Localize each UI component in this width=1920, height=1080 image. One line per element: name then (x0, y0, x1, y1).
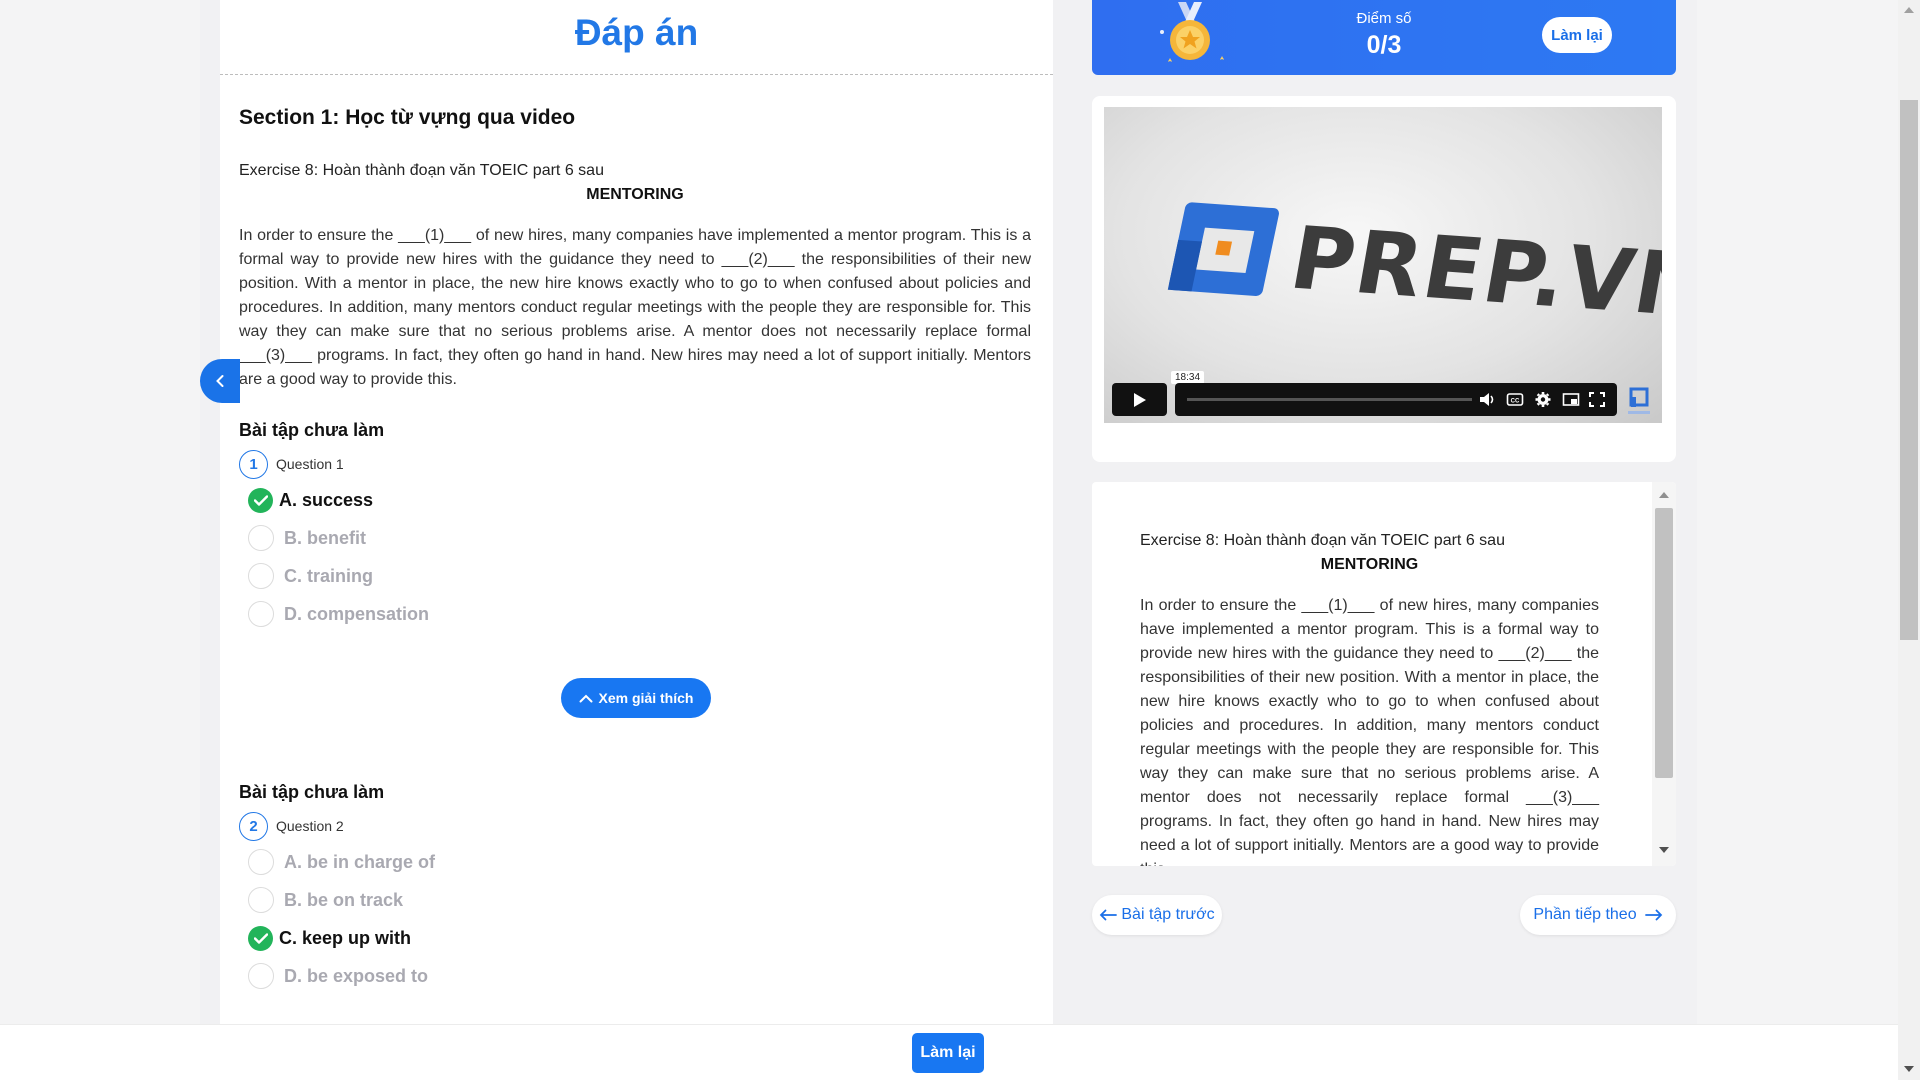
page-title: Đáp án (574, 12, 699, 53)
arrow-right-icon (1644, 909, 1662, 921)
scroll-up-icon[interactable] (1904, 6, 1914, 13)
option-d[interactable]: D. compensation (239, 595, 1031, 633)
scroll-up-icon[interactable] (1659, 491, 1669, 498)
arrow-left-icon (1100, 909, 1118, 921)
option-d[interactable]: D. be exposed to (239, 957, 1031, 995)
option-b[interactable]: B. benefit (239, 519, 1031, 557)
option-label: B. be on track (284, 889, 404, 910)
option-label: D. compensation (284, 603, 430, 624)
svg-text:CC: CC (1511, 399, 1520, 405)
page-scroll-thumb[interactable] (1900, 100, 1918, 640)
question-number-row: 2 Question 2 (239, 811, 1031, 841)
play-button[interactable] (1112, 383, 1167, 416)
option-label: B. benefit (284, 527, 367, 548)
radio-icon (248, 563, 274, 589)
chevron-up-icon (579, 694, 593, 702)
retry-button-top[interactable]: Làm lại (1542, 17, 1612, 53)
section-title: Section 1: Học từ vựng qua video (239, 106, 576, 129)
video-brand-text: PREP.VN (1283, 208, 1662, 338)
volume-icon[interactable] (1478, 391, 1496, 408)
option-label: A. success (279, 489, 374, 510)
radio-icon (248, 887, 274, 913)
question-number-badge: 1 (239, 449, 268, 479)
next-section-label: Phần tiếp theo (1533, 906, 1637, 923)
option-b[interactable]: B. be on track (239, 881, 1031, 919)
exercise-subtitle: MENTORING (1320, 556, 1419, 573)
next-section-button[interactable]: Phần tiếp theo (1520, 895, 1676, 935)
exercise-passage: In order to ensure the ___(1)___ of new … (1140, 597, 1599, 866)
answer-panel: Đáp án Section 1: Học từ vựng qua video … (220, 0, 1053, 1024)
exercise-title: Exercise 8: Hoàn thành đoạn văn TOEIC pa… (239, 162, 604, 179)
question-status-heading: Bài tập chưa làm (239, 420, 385, 440)
video-controls: CC (1175, 383, 1617, 416)
option-label: C. training (284, 565, 373, 586)
question-number-row: 1 Question 1 (239, 449, 1031, 479)
question-status-heading: Bài tập chưa làm (239, 782, 385, 802)
collapse-panel-button[interactable] (200, 359, 240, 403)
option-label: A. be in charge of (284, 851, 436, 872)
previous-exercise-button[interactable]: Bài tập trước (1092, 895, 1222, 935)
retry-button-bottom[interactable]: Làm lại (912, 1033, 984, 1073)
radio-icon (248, 601, 274, 627)
settings-icon[interactable] (1534, 391, 1552, 408)
page-scrollbar[interactable] (1898, 0, 1920, 1080)
option-label: C. keep up with (279, 927, 412, 948)
score-card: Điểm số 0/3 Làm lại (1092, 0, 1676, 75)
cc-icon[interactable]: CC (1506, 391, 1524, 408)
check-icon (248, 487, 273, 513)
exercise-subtitle: MENTORING (586, 186, 684, 203)
question-label: Question 2 (276, 818, 344, 834)
option-label: D. be exposed to (284, 965, 429, 986)
scroll-down-icon[interactable] (1659, 847, 1669, 854)
exercise-passage: In order to ensure the ___(1)___ of new … (239, 227, 1031, 388)
radio-icon (248, 849, 274, 875)
miniplayer-icon[interactable] (1562, 391, 1580, 408)
video-progress-bar[interactable] (1187, 398, 1472, 401)
passage-scroll-thumb[interactable] (1655, 508, 1673, 778)
radio-icon (248, 963, 274, 989)
scroll-down-icon[interactable] (1904, 1066, 1914, 1073)
option-a[interactable]: A. success (239, 481, 1031, 519)
question-number-badge: 2 (239, 811, 268, 841)
title-divider (220, 74, 1053, 75)
prep-badge-icon (1628, 387, 1650, 414)
previous-exercise-label: Bài tập trước (1121, 906, 1215, 923)
view-explanation-label: Xem giải thích (598, 690, 694, 706)
passage-panel: Exercise 8: Hoàn thành đoạn văn TOEIC pa… (1092, 482, 1676, 866)
question-block-2: Bài tập chưa làm 2 Question 2 A. be in c… (239, 782, 1031, 995)
option-a[interactable]: A. be in charge of (239, 843, 1031, 881)
option-c[interactable]: C. keep up with (239, 919, 1031, 957)
exercise-title: Exercise 8: Hoàn thành đoạn văn TOEIC pa… (1140, 532, 1505, 549)
video-card: PREP.VN 18:34 CC (1092, 96, 1676, 462)
passage-scrollbar[interactable] (1652, 482, 1676, 866)
chevron-left-icon (216, 375, 224, 387)
play-icon (1133, 392, 1146, 407)
prep-logo-icon (1167, 202, 1279, 296)
check-icon (248, 925, 273, 951)
bottom-action-bar: Làm lại (0, 1024, 1898, 1080)
question-label: Question 1 (276, 456, 344, 472)
video-player[interactable]: PREP.VN 18:34 CC (1104, 107, 1662, 423)
question-block-1: Bài tập chưa làm 1 Question 1 A. success… (239, 420, 1031, 633)
fullscreen-icon[interactable] (1588, 391, 1606, 408)
radio-icon (248, 525, 274, 551)
view-explanation-button[interactable]: Xem giải thích (561, 678, 711, 718)
option-c[interactable]: C. training (239, 557, 1031, 595)
